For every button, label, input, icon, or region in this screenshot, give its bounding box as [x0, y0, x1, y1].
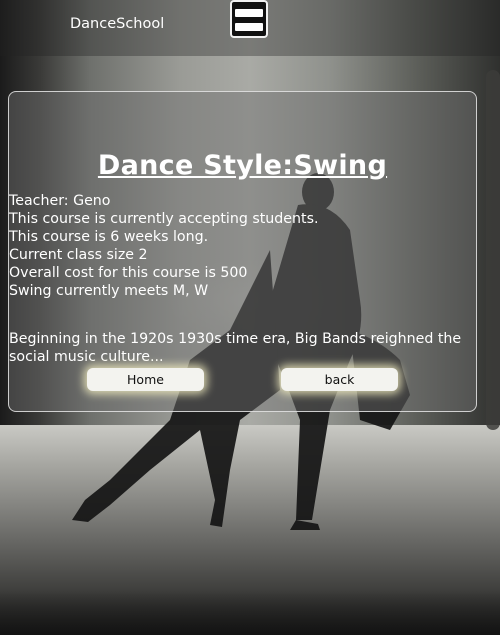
page-scrollbar[interactable] — [486, 70, 500, 430]
hamburger-menu-button[interactable] — [230, 0, 268, 38]
course-info-list: Teacher: Geno This course is currently a… — [9, 192, 319, 300]
course-title: Dance Style:Swing — [97, 150, 388, 182]
hamburger-menu-icon — [235, 9, 263, 17]
course-details-card: Dance Style:Swing Teacher: Geno This cou… — [8, 91, 477, 412]
top-navbar: DanceSchool — [0, 0, 500, 56]
enrollment-status-line: This course is currently accepting stude… — [9, 211, 319, 227]
home-button[interactable]: Home — [87, 368, 204, 391]
course-cost-line: Overall cost for this course is 500 — [9, 265, 248, 281]
class-size-line: Current class size 2 — [9, 247, 148, 263]
course-length-line: This course is 6 weeks long. — [9, 229, 209, 245]
background-shadow — [0, 590, 500, 635]
back-button[interactable]: back — [281, 368, 398, 391]
teacher-line: Teacher: Geno — [9, 193, 111, 209]
brand-logo-text[interactable]: DanceSchool — [70, 16, 164, 32]
course-description: Beginning in the 1920s 1930s time era, B… — [9, 331, 462, 366]
hamburger-menu-icon-bar — [235, 23, 263, 31]
meeting-days-line: Swing currently meets M, W — [9, 283, 209, 299]
